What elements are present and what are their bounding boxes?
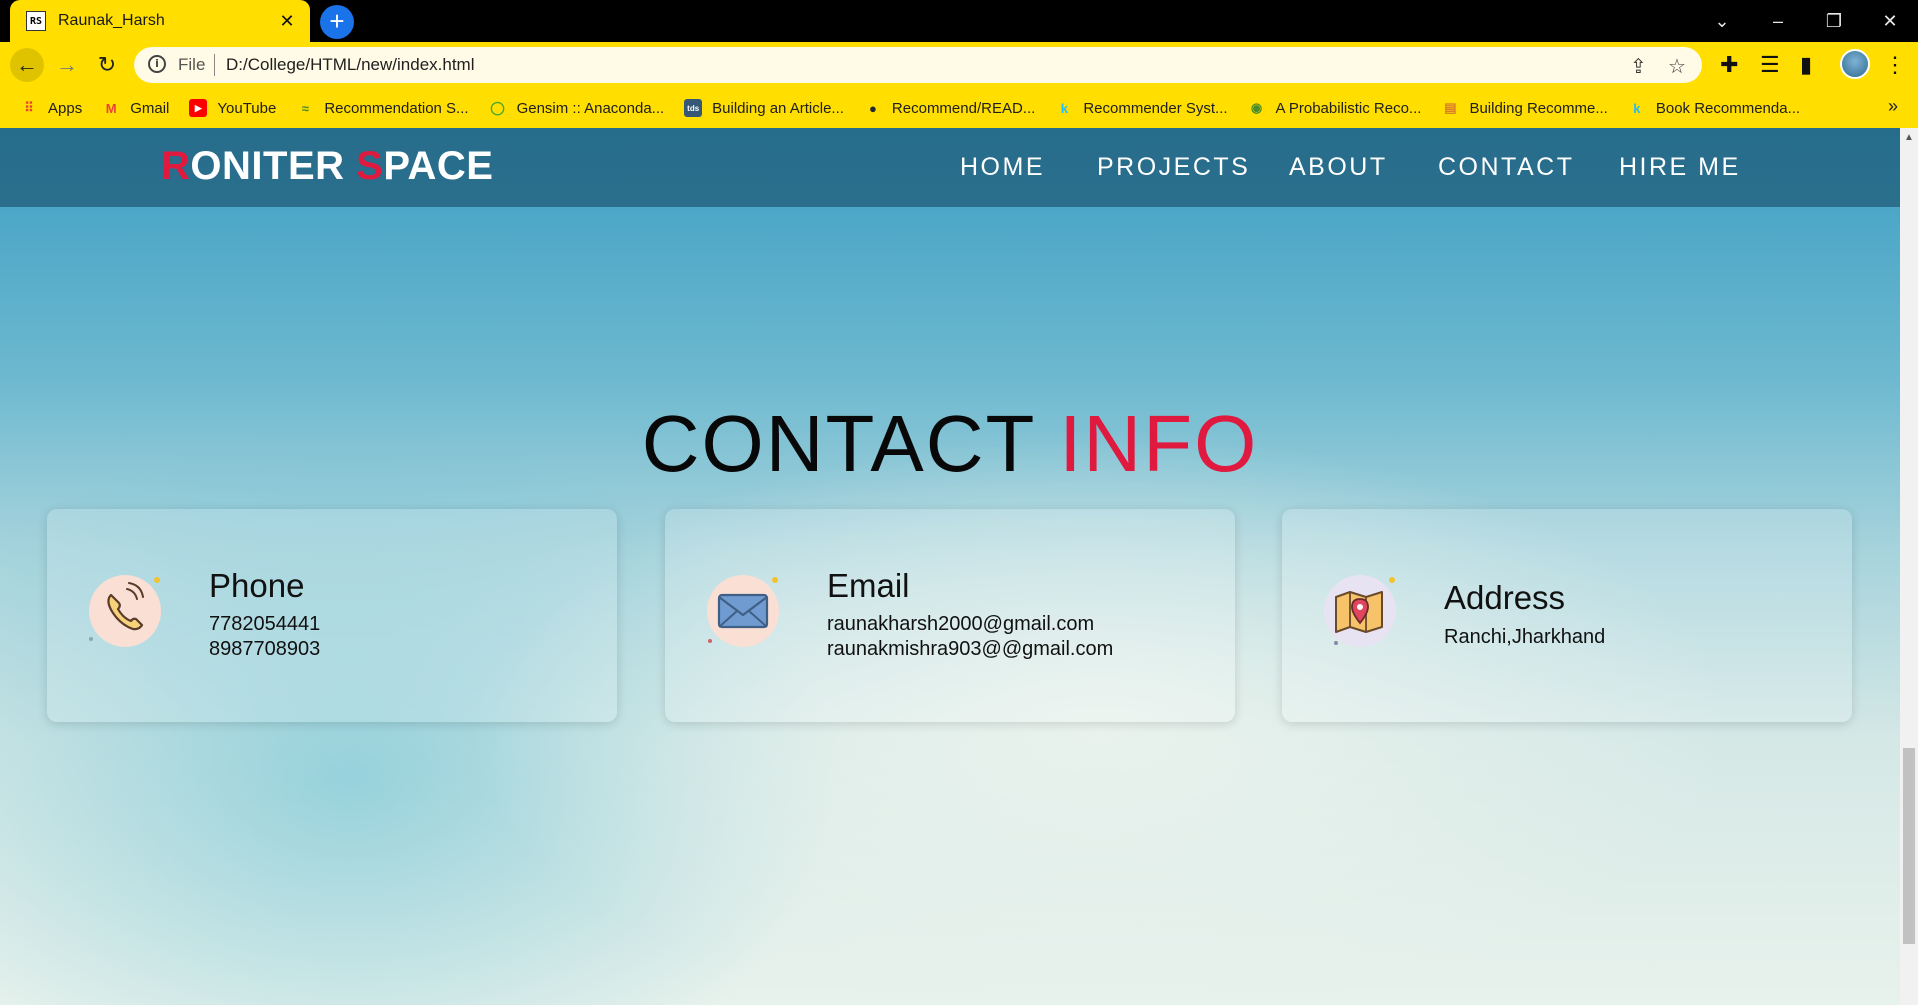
restore-icon[interactable]: ❐	[1806, 0, 1862, 42]
bookmark-item[interactable]: ● Recommend/READ...	[864, 99, 1035, 117]
forward-button[interactable]: →	[50, 48, 84, 82]
reload-button[interactable]: ↻	[90, 48, 124, 82]
nav-contact[interactable]: CONTACT	[1438, 153, 1574, 182]
site-logo[interactable]: RONITER SPACE	[161, 144, 493, 189]
map-pin-icon	[1322, 573, 1398, 649]
back-button[interactable]: ←	[10, 48, 44, 82]
bookmark-item[interactable]: k Book Recommenda...	[1628, 99, 1800, 117]
site-header: RONITER SPACE HOME PROJECTS ABOUT CONTAC…	[0, 128, 1900, 207]
side-panel-icon[interactable]: ▮	[1800, 52, 1812, 78]
phone-icon	[87, 573, 163, 649]
close-tab-icon[interactable]: ✕	[276, 10, 298, 32]
extensions-icon[interactable]: ✚	[1720, 52, 1738, 78]
bookmark-item[interactable]: k Recommender Syst...	[1055, 99, 1228, 117]
kaggle-icon: k	[1060, 100, 1068, 116]
envelope-icon	[705, 573, 781, 649]
bookmark-item[interactable]: ◯ Gensim :: Anaconda...	[489, 99, 665, 117]
phone-card: Phone 7782054441 8987708903	[47, 509, 617, 722]
tab-favicon: RS	[26, 11, 46, 31]
contact-info-heading: CONTACT INFO	[641, 399, 1259, 488]
bookmark-star-icon[interactable]: ☆	[1668, 54, 1686, 79]
nav-projects[interactable]: PROJECTS	[1097, 153, 1250, 182]
tab-search-icon[interactable]: ⌄	[1694, 0, 1750, 42]
address-title: Address	[1444, 579, 1566, 616]
address-scheme: File	[178, 55, 206, 74]
minimize-icon[interactable]: –	[1750, 0, 1806, 42]
nav-about[interactable]: ABOUT	[1289, 153, 1388, 182]
scroll-up-arrow-icon[interactable]: ▲	[1904, 132, 1914, 143]
page-scrollbar[interactable]: ▲	[1900, 128, 1918, 1005]
bookmark-label: Recommend/READ...	[891, 99, 1036, 117]
bookmark-label: Building an Article...	[712, 99, 844, 117]
phone-number-1[interactable]: 7782054441	[209, 613, 320, 636]
bookmark-label: Book Recommenda...	[1655, 99, 1801, 117]
browser-toolbar: ← → ↻ i File D:/College/HTML/new/index.h…	[0, 42, 1918, 88]
bookmark-item[interactable]: ▤ Building Recomme...	[1441, 99, 1608, 117]
bookmarks-bar: ⠿ Apps M Gmail ▶ YouTube ≈ Recommendation S... ◯…	[0, 88, 1918, 128]
share-icon[interactable]: ⇪	[1630, 54, 1647, 79]
bookmark-label: A Probabilistic Reco...	[1275, 99, 1422, 117]
bookmark-label: Gensim :: Anaconda...	[516, 99, 665, 117]
bookmark-item[interactable]: tds Building an Article...	[684, 99, 844, 117]
eye-icon: ◉	[1250, 100, 1263, 115]
email-title: Email	[827, 567, 910, 604]
browser-tab[interactable]: RS Raunak_Harsh ✕	[10, 0, 310, 42]
address-url[interactable]: D:/College/HTML/new/index.html	[226, 55, 474, 75]
email-card: Email raunakharsh2000@gmail.com raunakmi…	[665, 509, 1235, 722]
menu-kebab-icon[interactable]: ⋮	[1884, 52, 1906, 78]
address-bar[interactable]: i File D:/College/HTML/new/index.html ⇪ …	[134, 47, 1702, 83]
email-address-1[interactable]: raunakharsh2000@gmail.com	[827, 613, 1094, 636]
gensim-icon: ≈	[301, 100, 309, 116]
nav-home[interactable]: HOME	[960, 153, 1045, 182]
nav-hire-me[interactable]: HIRE ME	[1619, 153, 1741, 182]
phone-number-2[interactable]: 8987708903	[209, 638, 320, 661]
tab-strip: RS Raunak_Harsh ✕ + ⌄ – ❐ ✕	[0, 0, 1918, 42]
new-tab-button[interactable]: +	[320, 5, 354, 39]
bookmark-label: Recommendation S...	[324, 99, 469, 117]
tds-icon: tds	[684, 99, 703, 117]
scrollbar-thumb[interactable]	[1903, 748, 1915, 944]
youtube-icon: ▶	[189, 99, 208, 117]
phone-title: Phone	[209, 567, 305, 604]
book-icon: ▤	[1444, 100, 1457, 115]
window-close-icon[interactable]: ✕	[1862, 0, 1918, 42]
address-card: Address Ranchi,Jharkhand	[1282, 509, 1852, 722]
kaggle-icon: k	[1633, 100, 1641, 116]
bookmark-item[interactable]: ⠿ Apps	[20, 99, 82, 117]
bookmark-label: Recommender Syst...	[1083, 99, 1228, 117]
bookmark-item[interactable]: ◉ A Probabilistic Reco...	[1248, 99, 1422, 117]
address-text: Ranchi,Jharkhand	[1444, 626, 1606, 648]
bookmark-item[interactable]: ▶ YouTube	[189, 99, 276, 117]
apps-grid-icon: ⠿	[24, 100, 34, 115]
tab-title: Raunak_Harsh	[58, 12, 165, 29]
gmail-icon: M	[105, 100, 117, 116]
bookmark-label: Gmail	[130, 99, 170, 117]
bookmarks-overflow-icon[interactable]: »	[1888, 96, 1898, 117]
bookmark-label: Building Recomme...	[1469, 99, 1608, 117]
bookmark-label: YouTube	[217, 99, 277, 117]
page-viewport: RONITER SPACE HOME PROJECTS ABOUT CONTAC…	[0, 128, 1900, 1005]
bookmark-label: Apps	[48, 99, 83, 117]
email-address-2[interactable]: raunakmishra903@@gmail.com	[827, 638, 1113, 661]
github-icon: ●	[868, 100, 877, 116]
bookmark-item[interactable]: ≈ Recommendation S...	[296, 99, 469, 117]
site-info-icon[interactable]: i	[148, 55, 166, 73]
bookmark-item[interactable]: M Gmail	[102, 99, 170, 117]
reading-list-icon[interactable]: ☰	[1760, 52, 1780, 78]
anaconda-icon: ◯	[490, 100, 505, 115]
profile-avatar[interactable]	[1840, 49, 1870, 79]
address-divider	[214, 54, 215, 76]
